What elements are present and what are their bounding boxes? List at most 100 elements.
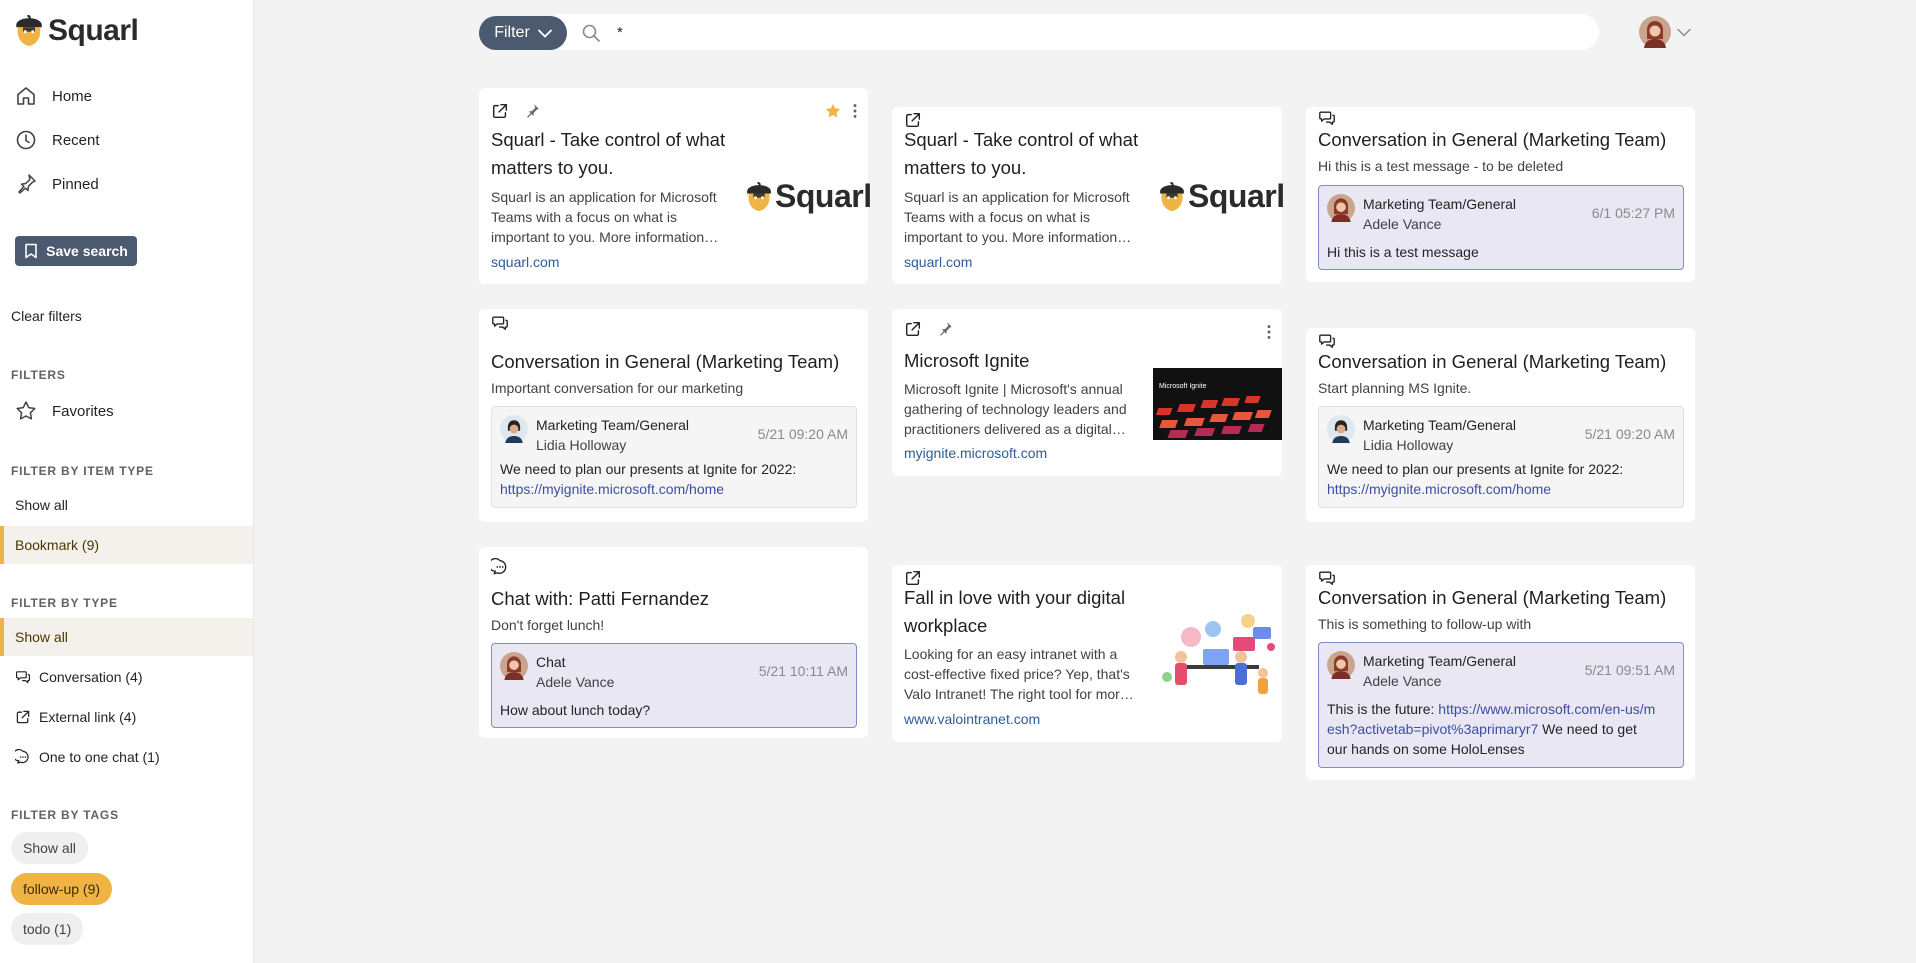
message-preview[interactable]: Marketing Team/General Lidia Holloway 5/2… <box>1318 406 1684 508</box>
chevron-down-icon <box>537 29 552 38</box>
filter-label: Filter <box>494 24 530 41</box>
conversation-card[interactable]: Conversation in General (Marketing Team)… <box>1306 565 1695 780</box>
message-author: Adele Vance <box>1363 673 1442 689</box>
clear-filters-link[interactable]: Clear filters <box>11 308 82 324</box>
type-show-all[interactable]: Show all <box>0 618 253 656</box>
more-options-icon[interactable] <box>1266 323 1272 341</box>
user-menu[interactable] <box>1639 16 1691 48</box>
save-search-button[interactable]: Save search <box>15 236 137 266</box>
card-subtitle: Hi this is a test message - to be delete… <box>1318 158 1564 174</box>
message-link[interactable]: https://myignite.microsoft.com/home <box>500 481 724 497</box>
card-description: Looking for an easy intranet with a cost… <box>904 646 1134 702</box>
message-body: We need to plan our presents at Ignite f… <box>500 461 797 497</box>
message-author: Adele Vance <box>536 674 615 690</box>
search-icon <box>582 24 600 42</box>
message-body: This is the future: https://www.microsof… <box>1327 701 1656 757</box>
card-subtitle: Start planning MS Ignite. <box>1318 380 1472 396</box>
card-title: Conversation in General (Marketing Team) <box>1318 129 1667 150</box>
sidebar: Squarl Home Recent Pinned Save search Cl… <box>0 0 254 963</box>
squarl-logo: Squarl <box>1158 178 1285 215</box>
thumbnail-caption: Microsoft Ignite <box>1159 383 1207 390</box>
message-preview[interactable]: Marketing Team/General Adele Vance 5/21 0… <box>1318 642 1684 768</box>
search-input[interactable] <box>617 23 1517 41</box>
card-subtitle: This is something to follow-up with <box>1318 616 1532 632</box>
type-conversation[interactable]: Conversation (4) <box>0 658 253 696</box>
message-link[interactable]: https://myignite.microsoft.com/home <box>1327 481 1551 497</box>
message-team: Marketing Team/General <box>536 417 690 433</box>
message-time: 5/21 09:51 AM <box>1584 662 1675 678</box>
more-options-icon[interactable] <box>852 102 858 120</box>
conversation-card[interactable]: Conversation in General (Marketing Team)… <box>1306 107 1695 282</box>
card-title: Microsoft Ignite <box>904 350 1030 371</box>
bookmark-card[interactable]: Fall in love with your digital workplace … <box>892 565 1282 742</box>
external-link-icon <box>15 709 31 725</box>
card-title: Chat with: Patti Fernandez <box>491 588 709 609</box>
type-external-link[interactable]: External link (4) <box>0 698 253 736</box>
logo-text: Squarl <box>775 178 872 214</box>
item-type-show-all[interactable]: Show all <box>0 486 253 524</box>
message-preview[interactable]: Chat Adele Vance 5/21 10:11 AM How about … <box>491 643 857 728</box>
card-link[interactable]: www.valointranet.com <box>904 711 1040 727</box>
nav-recent-label: Recent <box>52 131 100 149</box>
chat-card[interactable]: Chat with: Patti Fernandez Don't forget … <box>479 547 868 738</box>
message-preview[interactable]: Marketing Team/General Adele Vance 6/1 05… <box>1318 185 1684 270</box>
card-title: Squarl - Take control of what matters to … <box>904 129 1139 178</box>
favorites-label: Favorites <box>52 402 114 420</box>
message-body: How about lunch today? <box>500 702 651 718</box>
message-time: 5/21 09:20 AM <box>1584 426 1675 442</box>
message-team: Chat <box>536 654 566 670</box>
nav-home[interactable]: Home <box>14 84 92 108</box>
clock-icon <box>16 130 36 150</box>
conversation-card[interactable]: Conversation in General (Marketing Team)… <box>479 309 868 522</box>
bookmark-card[interactable]: Squarl - Take control of what matters to … <box>479 88 872 284</box>
card-title: Conversation in General (Marketing Team) <box>491 351 840 372</box>
app-logo[interactable]: Squarl <box>14 14 139 48</box>
message-time: 5/21 09:20 AM <box>757 426 848 442</box>
bookmark-card[interactable]: Microsoft Ignite Microsoft Ignite | Micr… <box>892 309 1282 476</box>
type-heading: FILTER BY TYPE <box>11 596 118 610</box>
item-type-heading: FILTER BY ITEM TYPE <box>11 464 154 478</box>
avatar <box>500 415 528 443</box>
message-preview[interactable]: Marketing Team/General Lidia Holloway 5/2… <box>491 406 857 508</box>
acorn-icon <box>14 14 44 48</box>
external-link-icon[interactable] <box>491 102 509 120</box>
card-description: Squarl is an application for Microsoft T… <box>491 189 719 245</box>
card-link[interactable]: squarl.com <box>491 254 559 270</box>
ignite-thumbnail: Microsoft Ignite <box>1153 368 1282 440</box>
message-body: Hi this is a test message <box>1327 244 1479 260</box>
message-team: Marketing Team/General <box>1363 653 1517 669</box>
squarl-logo: Squarl <box>745 178 872 215</box>
star-icon <box>16 401 36 420</box>
card-title: Squarl - Take control of what matters to … <box>491 129 726 178</box>
avatar <box>1327 194 1355 222</box>
nav-home-label: Home <box>52 87 93 105</box>
tag-follow-up[interactable]: follow-up (9) <box>11 873 113 905</box>
filter-dropdown-button[interactable]: Filter <box>479 16 567 50</box>
star-filled-icon[interactable] <box>824 102 842 120</box>
workplace-illustration <box>1153 607 1282 699</box>
pin-icon[interactable] <box>936 320 954 338</box>
type-one-to-one-label: One to one chat (1) <box>39 749 160 765</box>
bookmark-card[interactable]: Squarl - Take control of what matters to … <box>892 107 1285 284</box>
favorites-filter[interactable]: Favorites <box>14 399 114 423</box>
tag-todo[interactable]: todo (1) <box>11 913 84 945</box>
card-link[interactable]: squarl.com <box>904 254 972 270</box>
type-one-to-one-chat[interactable]: One to one chat (1) <box>0 738 253 776</box>
chat-icon <box>15 749 31 765</box>
nav-pinned[interactable]: Pinned <box>14 172 99 196</box>
pin-icon[interactable] <box>523 102 541 120</box>
external-link-icon[interactable] <box>904 320 922 338</box>
avatar <box>500 652 528 680</box>
pin-icon <box>18 174 36 194</box>
conversation-card[interactable]: Conversation in General (Marketing Team)… <box>1306 328 1695 522</box>
message-author: Lidia Holloway <box>1363 437 1454 453</box>
card-link[interactable]: myignite.microsoft.com <box>904 445 1047 461</box>
nav-pinned-label: Pinned <box>52 175 99 193</box>
message-body: We need to plan our presents at Ignite f… <box>1327 461 1624 497</box>
acorn-icon <box>745 179 773 215</box>
item-type-bookmark[interactable]: Bookmark (9) <box>0 526 253 564</box>
bookmark-icon <box>25 243 37 259</box>
card-title: Conversation in General (Marketing Team) <box>1318 587 1667 608</box>
nav-recent[interactable]: Recent <box>14 128 100 152</box>
tag-show-all[interactable]: Show all <box>11 832 88 864</box>
